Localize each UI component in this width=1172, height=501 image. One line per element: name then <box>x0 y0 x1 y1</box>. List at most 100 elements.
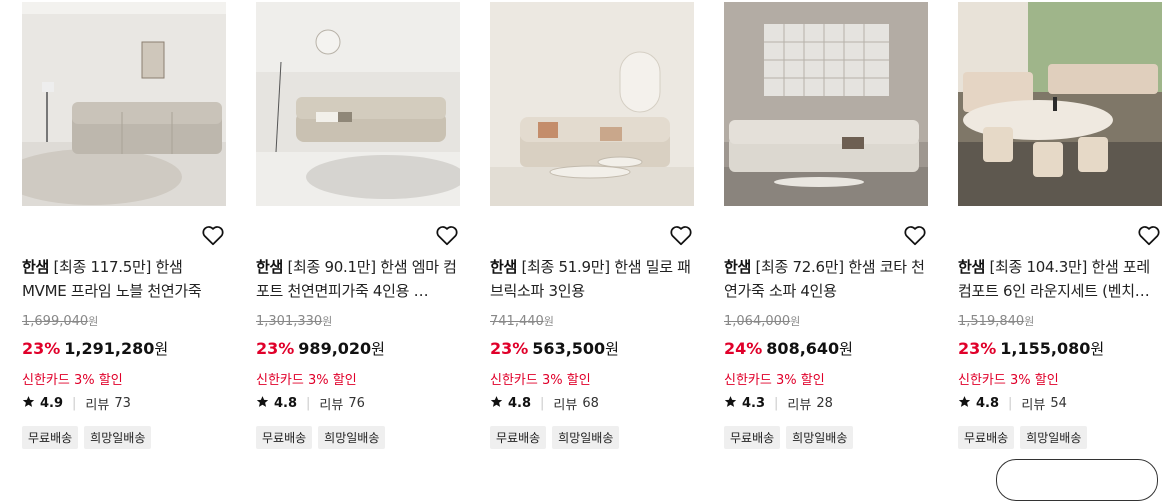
product-name: [최종 117.5만] 한샘 MVME 프라임 노블 천연가죽 리… <box>22 258 202 300</box>
product-title[interactable]: 한샘 [최종 90.1만] 한샘 엠마 컴포트 천연면피가죽 4인용 … <box>256 255 460 303</box>
rating-row: 4.3 | 리뷰 28 <box>724 394 833 413</box>
product-title[interactable]: 한샘 [최종 72.6만] 한샘 코타 천연가죽 소파 4인용 <box>724 255 928 303</box>
sale-price: 1,155,080 <box>1000 339 1091 358</box>
rating-row: 4.8 | 리뷰 54 <box>958 394 1067 413</box>
star-icon <box>724 395 737 412</box>
sale-price-line: 23% 563,500원 <box>490 339 619 358</box>
product-image[interactable] <box>22 2 226 206</box>
discount-rate: 23% <box>22 339 61 358</box>
sale-price-line: 23% 1,291,280원 <box>22 339 169 358</box>
product-image[interactable] <box>724 2 928 206</box>
product-title[interactable]: 한샘 [최종 117.5만] 한샘 MVME 프라임 노블 천연가죽 리… <box>22 255 226 303</box>
review-count: 76 <box>348 396 365 411</box>
rating-row: 4.8 | 리뷰 68 <box>490 394 599 413</box>
floating-button[interactable] <box>996 459 1158 501</box>
tag-list: 무료배송 희망일배송 <box>22 426 152 449</box>
original-price: 741,440원 <box>490 314 554 329</box>
review-count: 54 <box>1050 396 1067 411</box>
tag-list: 무료배송 희망일배송 <box>256 426 386 449</box>
card-promo: 신한카드 3% 할인 <box>958 373 1059 388</box>
product-image[interactable] <box>958 2 1162 206</box>
discount-rate: 24% <box>724 339 763 358</box>
divider: | <box>306 396 311 411</box>
sale-price: 808,640 <box>766 339 840 358</box>
card-promo: 신한카드 3% 할인 <box>490 373 591 388</box>
divider: | <box>540 396 545 411</box>
rating-score: 4.3 <box>742 396 766 411</box>
tag-free-shipping: 무료배송 <box>724 426 781 449</box>
tag-scheduled-delivery: 희망일배송 <box>552 426 620 449</box>
sale-price: 989,020 <box>298 339 372 358</box>
tag-free-shipping: 무료배송 <box>256 426 313 449</box>
tag-scheduled-delivery: 희망일배송 <box>786 426 854 449</box>
star-icon <box>490 395 503 412</box>
product-title[interactable]: 한샘 [최종 51.9만] 한샘 밀로 패브릭소파 3인용 <box>490 255 694 303</box>
product-card[interactable]: 한샘 [최종 104.3만] 한샘 포레 컴포트 6인 라운지세트 (벤치… 1… <box>958 2 1162 449</box>
original-price: 1,301,330원 <box>256 314 333 329</box>
sale-price-line: 23% 989,020원 <box>256 339 385 358</box>
sale-price-line: 24% 808,640원 <box>724 339 853 358</box>
product-image[interactable] <box>490 2 694 206</box>
review-count: 68 <box>582 396 599 411</box>
sale-price: 1,291,280 <box>64 339 155 358</box>
divider: | <box>72 396 77 411</box>
sale-price-line: 23% 1,155,080원 <box>958 339 1105 358</box>
divider: | <box>1008 396 1013 411</box>
brand-name: 한샘 <box>958 258 986 276</box>
review-label: 리뷰 <box>319 398 344 413</box>
brand-name: 한샘 <box>256 258 284 276</box>
tag-list: 무료배송 희망일배송 <box>490 426 620 449</box>
heart-icon[interactable] <box>434 222 460 248</box>
tag-scheduled-delivery: 희망일배송 <box>1020 426 1088 449</box>
tag-scheduled-delivery: 희망일배송 <box>84 426 152 449</box>
star-icon <box>22 395 35 412</box>
product-grid: 한샘 [최종 117.5만] 한샘 MVME 프라임 노블 천연가죽 리… 1,… <box>22 2 1162 449</box>
original-price: 1,064,000원 <box>724 314 801 329</box>
divider: | <box>774 396 779 411</box>
product-name: [최종 72.6만] 한샘 코타 천연가죽 소파 4인용 <box>724 258 925 300</box>
tag-list: 무료배송 희망일배송 <box>958 426 1088 449</box>
rating-score: 4.8 <box>508 396 532 411</box>
sale-price: 563,500 <box>532 339 606 358</box>
rating-row: 4.8 | 리뷰 76 <box>256 394 365 413</box>
product-title[interactable]: 한샘 [최종 104.3만] 한샘 포레 컴포트 6인 라운지세트 (벤치… <box>958 255 1162 303</box>
discount-rate: 23% <box>256 339 295 358</box>
tag-list: 무료배송 희망일배송 <box>724 426 854 449</box>
tag-free-shipping: 무료배송 <box>958 426 1015 449</box>
product-card[interactable]: 한샘 [최종 90.1만] 한샘 엠마 컴포트 천연면피가죽 4인용 … 1,3… <box>256 2 460 449</box>
review-count: 73 <box>114 396 131 411</box>
card-promo: 신한카드 3% 할인 <box>256 373 357 388</box>
original-price: 1,519,840원 <box>958 314 1035 329</box>
tag-free-shipping: 무료배송 <box>490 426 547 449</box>
discount-rate: 23% <box>490 339 529 358</box>
heart-icon[interactable] <box>200 222 226 248</box>
rating-score: 4.9 <box>40 396 64 411</box>
product-card[interactable]: 한샘 [최종 51.9만] 한샘 밀로 패브릭소파 3인용 741,440원 2… <box>490 2 694 449</box>
heart-icon[interactable] <box>668 222 694 248</box>
tag-scheduled-delivery: 희망일배송 <box>318 426 386 449</box>
card-promo: 신한카드 3% 할인 <box>22 373 123 388</box>
heart-icon[interactable] <box>1136 222 1162 248</box>
rating-score: 4.8 <box>976 396 1000 411</box>
brand-name: 한샘 <box>724 258 752 276</box>
rating-score: 4.8 <box>274 396 298 411</box>
original-price: 1,699,040원 <box>22 314 99 329</box>
product-name: [최종 51.9만] 한샘 밀로 패브릭소파 3인용 <box>490 258 691 300</box>
product-card[interactable]: 한샘 [최종 72.6만] 한샘 코타 천연가죽 소파 4인용 1,064,00… <box>724 2 928 449</box>
star-icon <box>958 395 971 412</box>
review-label: 리뷰 <box>787 398 812 413</box>
tag-free-shipping: 무료배송 <box>22 426 79 449</box>
review-label: 리뷰 <box>85 398 110 413</box>
star-icon <box>256 395 269 412</box>
product-card[interactable]: 한샘 [최종 117.5만] 한샘 MVME 프라임 노블 천연가죽 리… 1,… <box>22 2 226 449</box>
review-count: 28 <box>816 396 833 411</box>
brand-name: 한샘 <box>22 258 50 276</box>
product-name: [최종 104.3만] 한샘 포레 컴포트 6인 라운지세트 (벤치… <box>958 258 1150 300</box>
rating-row: 4.9 | 리뷰 73 <box>22 394 131 413</box>
discount-rate: 23% <box>958 339 997 358</box>
product-image[interactable] <box>256 2 460 206</box>
card-promo: 신한카드 3% 할인 <box>724 373 825 388</box>
review-label: 리뷰 <box>1021 398 1046 413</box>
brand-name: 한샘 <box>490 258 518 276</box>
heart-icon[interactable] <box>902 222 928 248</box>
